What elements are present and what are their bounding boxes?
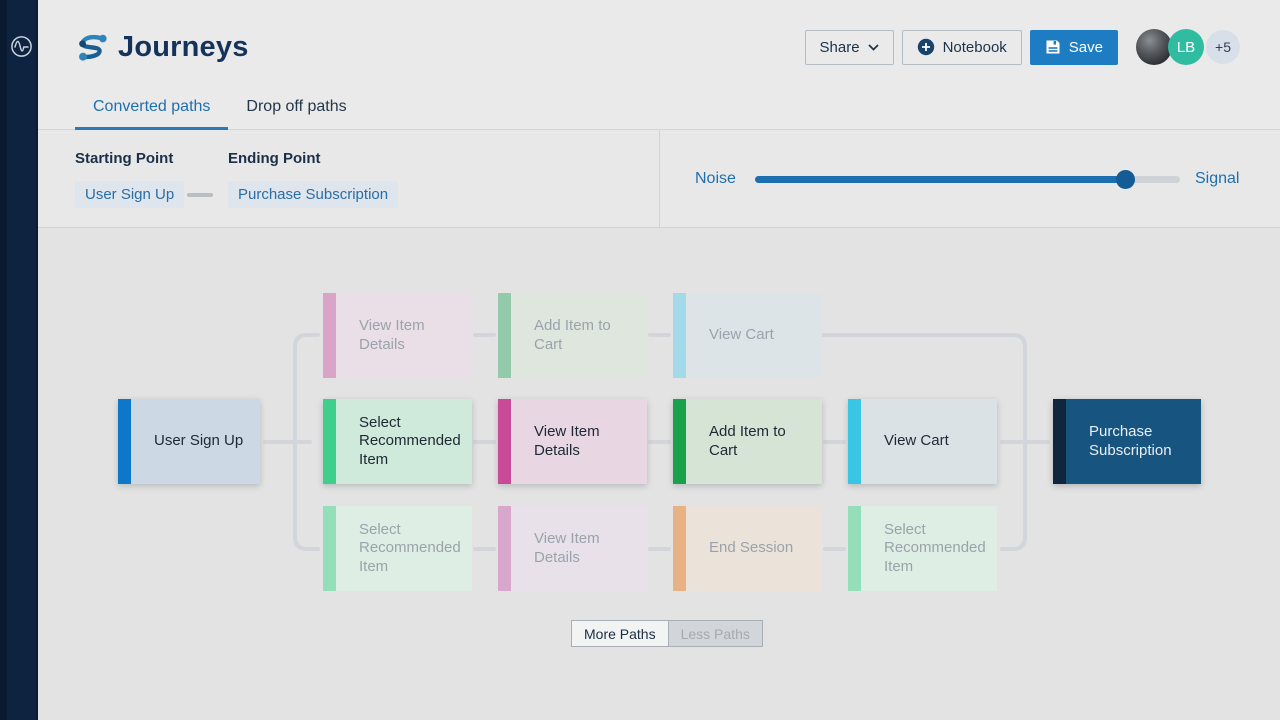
header-top-row: Journeys Share Notebook	[38, 0, 1280, 72]
tab-drop-off-paths[interactable]: Drop off paths	[228, 90, 364, 130]
node-label: End Session	[709, 539, 793, 557]
left-rail	[0, 0, 38, 720]
chevron-down-icon	[868, 44, 879, 51]
plus-circle-icon	[917, 38, 935, 56]
journey-node[interactable]: Select Recommended Item	[323, 506, 472, 591]
journey-node[interactable]: View Item Details	[323, 293, 472, 378]
node-color-bar	[323, 399, 336, 484]
journey-node[interactable]: Add Item to Cart	[673, 399, 822, 484]
node-label: Purchase Subscription	[1089, 423, 1191, 460]
header-actions: Share Notebook	[805, 29, 1240, 65]
journey-node[interactable]: End Session	[673, 506, 822, 591]
chip-connector-dash	[187, 193, 213, 197]
node-color-bar	[498, 293, 511, 378]
noise-signal-slider[interactable]	[755, 176, 1180, 183]
node-label: View Cart	[884, 432, 949, 450]
notebook-button[interactable]: Notebook	[902, 30, 1022, 65]
ending-point-label: Ending Point	[228, 150, 320, 167]
journey-node[interactable]: View Cart	[673, 293, 822, 378]
more-paths-button[interactable]: More Paths	[571, 620, 669, 647]
node-label: Select Recommended Item	[359, 521, 462, 576]
journey-node[interactable]: View Item Details	[498, 399, 647, 484]
less-paths-button: Less Paths	[669, 620, 763, 647]
signal-label: Signal	[1195, 170, 1239, 188]
journeys-logo-icon	[75, 31, 109, 65]
journey-node[interactable]: View Cart	[848, 399, 997, 484]
filter-strip: Starting Point Ending Point User Sign Up…	[38, 130, 1280, 228]
paths-toggle: More Paths Less Paths	[571, 620, 763, 647]
vertical-divider	[659, 130, 660, 228]
share-button[interactable]: Share	[805, 30, 894, 65]
journey-node[interactable]: View Item Details	[498, 506, 647, 591]
avatar-photo[interactable]	[1136, 29, 1172, 65]
node-label: Add Item to Cart	[534, 317, 637, 354]
node-label: View Item Details	[534, 423, 637, 460]
node-label: View Cart	[709, 326, 774, 344]
node-label: Select Recommended Item	[359, 414, 462, 469]
node-color-bar	[323, 506, 336, 591]
save-button[interactable]: Save	[1030, 30, 1118, 65]
starting-point-chip[interactable]: User Sign Up	[75, 181, 184, 208]
slider-fill	[755, 176, 1125, 183]
node-color-bar	[118, 399, 131, 484]
journeys-app: Journeys Share Notebook	[0, 0, 1280, 720]
tab-bar: Converted paths Drop off paths	[75, 90, 1280, 129]
node-label: Add Item to Cart	[709, 423, 812, 460]
node-color-bar	[673, 293, 686, 378]
journey-node[interactable]: Select Recommended Item	[848, 506, 997, 591]
node-color-bar	[848, 399, 861, 484]
share-button-label: Share	[820, 39, 860, 56]
notebook-button-label: Notebook	[943, 39, 1007, 56]
starting-point-label: Starting Point	[75, 150, 173, 167]
node-label: View Item Details	[534, 530, 637, 567]
journey-canvas: View Item Details Add Item to Cart View Ca…	[38, 228, 1280, 720]
node-label: User Sign Up	[154, 432, 243, 450]
amplitude-wave-icon[interactable]	[10, 35, 33, 58]
save-button-label: Save	[1069, 39, 1103, 56]
journey-node[interactable]: Purchase Subscription	[1053, 399, 1201, 484]
node-color-bar	[498, 506, 511, 591]
ending-point-chip[interactable]: Purchase Subscription	[228, 181, 398, 208]
page-title: Journeys	[118, 31, 249, 64]
node-color-bar	[1053, 399, 1066, 484]
node-color-bar	[498, 399, 511, 484]
journey-node[interactable]: User Sign Up	[118, 399, 260, 484]
header: Journeys Share Notebook	[38, 0, 1280, 130]
tab-converted-paths[interactable]: Converted paths	[75, 90, 228, 130]
journey-node[interactable]: Select Recommended Item	[323, 399, 472, 484]
avatar-initials[interactable]: LB	[1168, 29, 1204, 65]
node-label: View Item Details	[359, 317, 462, 354]
node-color-bar	[673, 506, 686, 591]
node-color-bar	[848, 506, 861, 591]
slider-knob[interactable]	[1116, 170, 1135, 189]
avatar-overflow-badge[interactable]: +5	[1206, 30, 1240, 64]
avatar-stack: LB +5	[1136, 29, 1240, 65]
main-area: Journeys Share Notebook	[38, 0, 1280, 720]
node-color-bar	[673, 399, 686, 484]
floppy-save-icon	[1045, 39, 1061, 55]
node-label: Select Recommended Item	[884, 521, 987, 576]
journey-node[interactable]: Add Item to Cart	[498, 293, 647, 378]
noise-label: Noise	[695, 170, 736, 188]
node-color-bar	[323, 293, 336, 378]
